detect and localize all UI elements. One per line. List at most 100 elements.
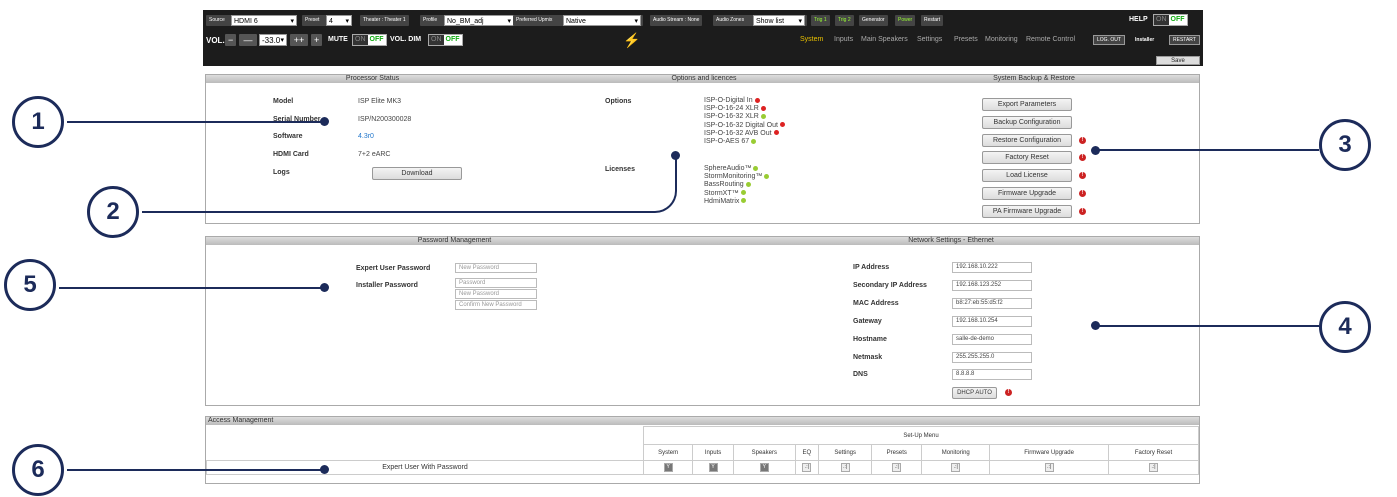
- trig2-button[interactable]: Trig 2: [835, 15, 854, 26]
- network-field-label: MAC Address: [853, 299, 899, 307]
- logout-button[interactable]: LOG. OUT: [1093, 35, 1125, 45]
- installer-password-input[interactable]: Password: [455, 278, 537, 288]
- option-name: ISP-O-16-32 Digital Out: [704, 121, 778, 129]
- help-toggle[interactable]: ON OFF: [1153, 14, 1188, 26]
- save-button[interactable]: Save: [1156, 56, 1200, 65]
- permission-checkbox[interactable]: .:|: [802, 463, 812, 472]
- callout-1-line: [67, 121, 325, 123]
- preset-dropdown[interactable]: 4: [326, 15, 352, 27]
- warning-icon: !: [1079, 136, 1086, 144]
- network-field-input[interactable]: 192.168.10.222: [952, 262, 1032, 273]
- backup-button[interactable]: Backup Configuration: [982, 115, 1072, 129]
- licenses-list: SphereAudio™ StormMonitoring™ BassRouting S…: [704, 165, 770, 206]
- mute-toggle[interactable]: ON OFF: [352, 34, 387, 46]
- menu-main-speakers[interactable]: Main Speakers: [861, 36, 908, 43]
- restart-chip[interactable]: Restart: [921, 15, 944, 26]
- network-header: Network Settings - Ethernet: [703, 237, 1199, 245]
- menu-remote-control[interactable]: Remote Control: [1026, 36, 1075, 43]
- menu-monitoring[interactable]: Monitoring: [985, 36, 1018, 43]
- status-dot-icon: [779, 122, 785, 128]
- option-item: ISP-O-16-32 Digital Out: [704, 122, 785, 130]
- access-panel: Access Management Set-Up Menu System Input…: [205, 416, 1200, 484]
- backup-button[interactable]: Restore Configuration: [982, 133, 1072, 147]
- options-label: Options: [605, 98, 632, 105]
- license-item: HdmiMatrix: [704, 198, 769, 206]
- callout-3: 3: [1319, 119, 1371, 171]
- vol-down-fast-button[interactable]: —: [239, 34, 257, 46]
- serial-value: ISP/N200300028: [358, 116, 412, 123]
- vol-up-button[interactable]: +: [311, 34, 322, 46]
- menu-system[interactable]: System: [800, 36, 823, 43]
- option-name: ISP-O-16-24 XLR: [704, 105, 759, 113]
- permission-checkbox[interactable]: .:|: [1044, 463, 1054, 472]
- restart-button[interactable]: RESTART: [1169, 35, 1200, 45]
- volume-value[interactable]: -33.0: [259, 34, 287, 46]
- upmix-dropdown[interactable]: Native: [563, 15, 641, 27]
- zones-label: Audio Zones: [716, 17, 745, 23]
- access-column-header: System: [642, 444, 694, 461]
- menu-inputs[interactable]: Inputs: [834, 36, 853, 43]
- generator-button[interactable]: Generator: [859, 15, 888, 26]
- status-dot-icon: [740, 190, 746, 196]
- access-spacer-cell: [206, 426, 644, 461]
- status-dot-icon: [741, 198, 747, 204]
- callout-2: 2: [87, 186, 139, 238]
- callout-6-point: [320, 465, 329, 474]
- hdmi-value: 7+2 eARC: [358, 151, 391, 158]
- option-item: ISP-O-AES 67: [704, 138, 785, 146]
- permission-checkbox[interactable]: .:|: [892, 463, 902, 472]
- permission-checkbox[interactable]: .:|: [840, 463, 850, 472]
- dhcp-auto-button[interactable]: DHCP AUTO: [952, 387, 997, 399]
- save-bar: Save: [203, 55, 1203, 66]
- installer-confirm-password-input[interactable]: Confirm New Password: [455, 300, 537, 310]
- expert-new-password-input[interactable]: New Password: [455, 263, 537, 273]
- option-item: ISP-O-16-24 XLR: [704, 105, 785, 113]
- permission-checkbox[interactable]: .:|: [1149, 463, 1159, 472]
- option-item: ISP-O-Digital In: [704, 97, 785, 105]
- network-field-input[interactable]: 255.255.255.0: [952, 351, 1032, 363]
- permission-checkbox[interactable]: Y: [759, 463, 769, 472]
- network-field-label: Netmask: [853, 353, 883, 361]
- callout-4-point: [1091, 321, 1100, 330]
- options-list: ISP-O-Digital In ISP-O-16-24 XLR ISP-O-16-…: [704, 97, 785, 146]
- help-label: HELP: [1129, 16, 1148, 23]
- access-cell: Y: [732, 460, 796, 475]
- status-panel: Processor Status Options and licences Sy…: [205, 74, 1200, 224]
- backup-button[interactable]: Firmware Upgrade: [982, 187, 1072, 200]
- zones-dropdown[interactable]: Show list: [753, 15, 805, 27]
- software-value[interactable]: 4.3r0: [358, 133, 374, 140]
- installer-label: Installer: [1135, 37, 1155, 43]
- backup-button[interactable]: Load License: [982, 169, 1072, 183]
- theater-chip: Theater : Theater 1: [360, 15, 409, 26]
- network-field-input[interactable]: 8.8.8.8: [952, 369, 1032, 381]
- download-button[interactable]: Download: [372, 167, 462, 180]
- status-dot-icon: [754, 97, 760, 103]
- mute-label: MUTE: [328, 36, 348, 43]
- access-cell: .:|: [818, 460, 873, 475]
- network-field-input[interactable]: 192.168.10.254: [952, 315, 1032, 327]
- vol-down-button[interactable]: −: [225, 34, 236, 46]
- network-field-input[interactable]: salle-de-demo: [952, 333, 1032, 345]
- warning-icon: !: [1079, 172, 1086, 180]
- menu-presets[interactable]: Presets: [954, 36, 978, 43]
- status-dot-icon: [760, 114, 766, 120]
- menu-settings[interactable]: Settings: [917, 36, 942, 43]
- installer-new-password-input[interactable]: New Password: [455, 289, 537, 299]
- network-field-input[interactable]: 192.168.123.252: [952, 279, 1032, 291]
- permission-checkbox[interactable]: Y: [663, 463, 673, 472]
- voldim-toggle[interactable]: ON OFF: [428, 34, 463, 46]
- permission-checkbox[interactable]: Y: [708, 463, 718, 472]
- network-field-input[interactable]: b8:27:eb:55:d5:f2: [952, 297, 1032, 309]
- access-column-header: Monitoring: [921, 444, 991, 461]
- option-name: ISP-O-Digital In: [704, 97, 753, 104]
- trig1-button[interactable]: Trig 1: [811, 15, 830, 26]
- vol-up-fast-button[interactable]: ++: [290, 34, 308, 46]
- callout-1-point: [320, 117, 329, 126]
- permission-checkbox[interactable]: .:|: [951, 463, 961, 472]
- power-button[interactable]: Power: [895, 15, 916, 26]
- profile-dropdown[interactable]: No_BM_adj: [444, 15, 514, 27]
- source-dropdown[interactable]: HDMI 6: [231, 15, 297, 27]
- backup-button[interactable]: PA Firmware Upgrade: [982, 204, 1072, 218]
- backup-button[interactable]: Factory Reset: [982, 151, 1072, 165]
- backup-button[interactable]: Export Parameters: [982, 98, 1072, 111]
